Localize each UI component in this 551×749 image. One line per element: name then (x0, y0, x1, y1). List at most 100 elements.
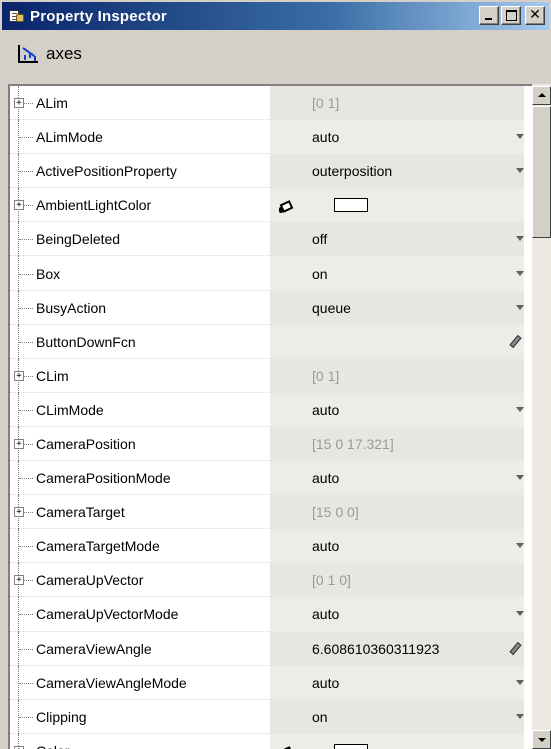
minimize-button[interactable] (479, 6, 499, 25)
property-name-cell[interactable]: CameraViewAngle (10, 631, 270, 666)
expand-icon[interactable]: + (14, 507, 24, 518)
property-value[interactable]: queue (312, 300, 351, 316)
property-value-cell[interactable]: queue (270, 290, 524, 325)
property-value-cell[interactable] (270, 188, 524, 223)
close-button[interactable]: ✕ (525, 6, 545, 25)
property-value-cell[interactable]: auto (270, 529, 524, 564)
property-name-cell[interactable]: ALimMode (10, 120, 270, 155)
scroll-down-button[interactable] (532, 730, 551, 749)
property-name-cell[interactable]: CameraTargetMode (10, 529, 270, 564)
property-value[interactable]: auto (312, 470, 339, 486)
property-value[interactable]: auto (312, 606, 339, 622)
property-name-cell[interactable]: + CameraUpVector (10, 563, 270, 598)
dropdown-arrow-icon[interactable] (516, 713, 524, 719)
property-value-cell[interactable]: [15 0 17.321] (270, 426, 524, 462)
property-value-cell[interactable]: auto (270, 120, 524, 155)
color-swatch[interactable] (334, 198, 368, 213)
property-row[interactable]: BusyAction queue (10, 290, 549, 325)
property-row[interactable]: CameraPositionMode auto (10, 461, 549, 496)
property-row[interactable]: + CameraPosition [15 0 17.321] (10, 426, 549, 462)
property-value[interactable]: auto (312, 129, 339, 145)
paint-bucket-icon[interactable] (278, 195, 298, 215)
property-value-cell[interactable]: [15 0 0] (270, 495, 524, 530)
title-bar[interactable]: Property Inspector ✕ (2, 2, 549, 30)
expand-icon[interactable]: + (14, 575, 24, 586)
property-value-cell[interactable] (270, 733, 524, 749)
property-name-cell[interactable]: BusyAction (10, 290, 270, 325)
property-row[interactable]: ALimMode auto (10, 120, 549, 155)
property-name-cell[interactable]: + CLim (10, 358, 270, 393)
property-name-cell[interactable]: ButtonDownFcn (10, 324, 270, 359)
property-value[interactable]: auto (312, 675, 339, 691)
property-row[interactable]: CameraViewAngle 6.608610360311923 (10, 631, 549, 666)
property-value-cell[interactable]: [0 1 0] (270, 563, 524, 598)
property-name-cell[interactable]: BeingDeleted (10, 222, 270, 257)
property-value[interactable]: auto (312, 538, 339, 554)
property-value[interactable]: 6.608610360311923 (312, 641, 439, 657)
property-row[interactable]: Clipping on (10, 699, 549, 734)
property-value-cell[interactable]: outerposition (270, 154, 524, 189)
paint-bucket-icon[interactable] (278, 741, 298, 749)
property-value[interactable]: on (312, 709, 328, 725)
property-value-cell[interactable]: auto (270, 597, 524, 632)
property-name-cell[interactable]: CameraPositionMode (10, 461, 270, 496)
property-row[interactable]: CameraUpVectorMode auto (10, 597, 549, 632)
property-value-cell[interactable]: auto (270, 392, 524, 427)
pencil-icon[interactable] (508, 335, 520, 349)
property-value[interactable]: outerposition (312, 163, 392, 179)
property-value-cell[interactable]: on (270, 699, 524, 734)
property-name-cell[interactable]: + AmbientLightColor (10, 188, 270, 223)
property-name-cell[interactable]: ActivePositionProperty (10, 154, 270, 189)
property-name-cell[interactable]: CameraViewAngleMode (10, 665, 270, 700)
property-row[interactable]: CameraTargetMode auto (10, 529, 549, 564)
property-value-cell[interactable]: on (270, 256, 524, 291)
property-row[interactable]: ButtonDownFcn (10, 324, 549, 359)
dropdown-arrow-icon[interactable] (516, 168, 524, 174)
expand-icon[interactable]: + (14, 98, 24, 109)
expand-icon[interactable]: + (14, 370, 24, 381)
property-value-cell[interactable]: [0 1] (270, 358, 524, 393)
dropdown-arrow-icon[interactable] (516, 304, 524, 310)
property-name-cell[interactable]: Box (10, 256, 270, 291)
property-value[interactable]: auto (312, 402, 339, 418)
property-value-cell[interactable]: auto (270, 461, 524, 496)
property-row[interactable]: + ALim [0 1] (10, 86, 549, 121)
dropdown-arrow-icon[interactable] (516, 679, 524, 685)
property-name-cell[interactable]: CLimMode (10, 392, 270, 428)
property-name-cell[interactable]: + CameraTarget (10, 495, 270, 530)
property-row[interactable]: CameraViewAngleMode auto (10, 665, 549, 700)
property-name-cell[interactable]: + ALim (10, 86, 270, 121)
expand-icon[interactable]: + (14, 438, 24, 449)
property-row[interactable]: +Color (10, 733, 549, 749)
property-value-cell[interactable]: off (270, 222, 524, 257)
property-row[interactable]: + CameraUpVector [0 1 0] (10, 563, 549, 598)
property-value-cell[interactable]: 6.608610360311923 (270, 631, 524, 666)
dropdown-arrow-icon[interactable] (516, 270, 524, 276)
property-row[interactable]: + CLim [0 1] (10, 358, 549, 393)
pencil-icon[interactable] (508, 642, 520, 656)
vertical-scrollbar[interactable] (532, 84, 551, 749)
property-name-cell[interactable]: +Color (10, 733, 270, 749)
dropdown-arrow-icon[interactable] (516, 406, 524, 412)
property-row[interactable]: Box on (10, 256, 549, 291)
property-value[interactable]: off (312, 231, 327, 247)
dropdown-arrow-icon[interactable] (516, 611, 524, 617)
dropdown-arrow-icon[interactable] (516, 134, 524, 140)
property-row[interactable]: + AmbientLightColor (10, 188, 549, 223)
property-name-cell[interactable]: CameraUpVectorMode (10, 597, 270, 632)
property-value-cell[interactable]: auto (270, 665, 524, 700)
expand-icon[interactable]: + (14, 200, 24, 211)
dropdown-arrow-icon[interactable] (516, 543, 524, 549)
property-name-cell[interactable]: + CameraPosition (10, 426, 270, 462)
dropdown-arrow-icon[interactable] (516, 236, 524, 242)
property-value-cell[interactable]: [0 1] (270, 86, 524, 121)
scrollbar-thumb[interactable] (532, 106, 551, 238)
property-row[interactable]: + CameraTarget [15 0 0] (10, 495, 549, 530)
color-swatch[interactable] (334, 743, 368, 749)
property-row[interactable]: CLimMode auto (10, 392, 549, 428)
property-row[interactable]: BeingDeleted off (10, 222, 549, 257)
property-value-cell[interactable] (270, 324, 524, 359)
scroll-up-button[interactable] (532, 86, 551, 105)
dropdown-arrow-icon[interactable] (516, 475, 524, 481)
property-row[interactable]: ActivePositionProperty outerposition (10, 154, 549, 189)
